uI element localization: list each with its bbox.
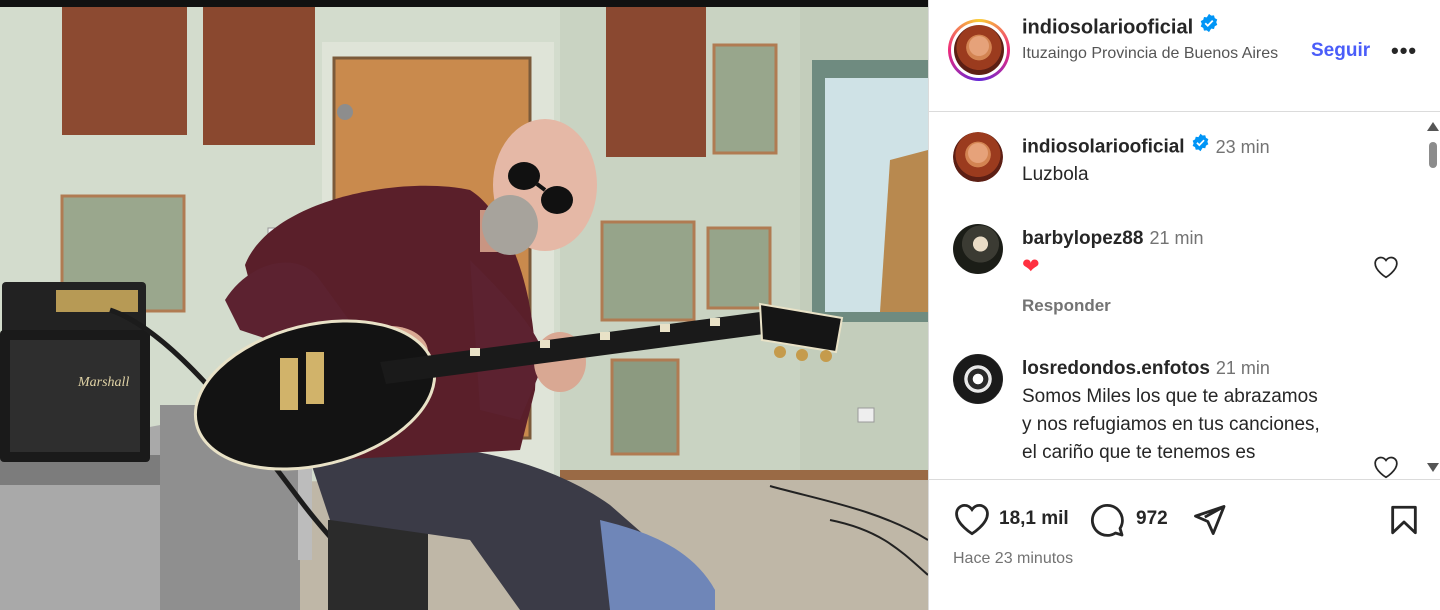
share-paper-plane-icon[interactable] (1191, 502, 1227, 543)
scroll-down-arrow-icon[interactable] (1427, 463, 1439, 472)
comment-username-text[interactable]: barbylopez88 (1022, 228, 1143, 249)
comments-count[interactable]: 972 (1136, 508, 1168, 530)
comments-scrollbar[interactable] (1426, 118, 1440, 476)
comment-like-heart-icon[interactable] (1373, 455, 1399, 479)
comments-list[interactable]: indiosolariooficial 23 min Luzbola barbyl… (929, 113, 1440, 479)
comment-username[interactable]: losredondos.enfotos 21 min (1022, 358, 1270, 380)
comment-text-line: y nos refugiamos en tus canciones, (1022, 414, 1320, 435)
post-location[interactable]: Ituzaingo Provincia de Buenos Aires (1022, 42, 1292, 66)
comment-time[interactable]: 21 min (1216, 358, 1270, 378)
post-photo[interactable]: Marshall (0, 0, 928, 610)
post-header: indiosolariooficial Ituzaingo Provincia … (929, 0, 1440, 112)
comment-like-heart-icon[interactable] (1373, 255, 1399, 284)
post-timestamp[interactable]: Hace 23 minutos (953, 550, 1073, 568)
caption-time[interactable]: 23 min (1216, 137, 1270, 157)
reply-button[interactable]: Responder (1022, 296, 1111, 316)
comment-text-line: Somos Miles los que te abrazamos (1022, 386, 1318, 407)
author-avatar[interactable] (948, 19, 1010, 81)
comment-avatar[interactable] (953, 354, 1003, 404)
post-actions-bar: 18,1 mil 972 Hace 23 minutos (929, 479, 1440, 610)
caption-username-text[interactable]: indiosolariooficial (1022, 137, 1185, 158)
like-heart-icon[interactable] (953, 502, 991, 541)
caption-username[interactable]: indiosolariooficial 23 min (1022, 133, 1270, 160)
likes-count[interactable]: 18,1 mil (999, 508, 1069, 530)
more-options-button[interactable]: ••• (1391, 38, 1417, 64)
comment-text: ❤ (1022, 255, 1040, 278)
follow-button[interactable]: Seguir (1311, 40, 1370, 62)
scroll-up-arrow-icon[interactable] (1427, 122, 1439, 131)
verified-badge-icon (1199, 13, 1219, 39)
comment-username[interactable]: barbylopez88 21 min (1022, 228, 1203, 250)
comment-text-line: el cariño que te tenemos es (1022, 442, 1256, 463)
author-username-text[interactable]: indiosolariooficial (1022, 16, 1193, 38)
author-username[interactable]: indiosolariooficial (1022, 13, 1219, 41)
comment-avatar[interactable] (953, 224, 1003, 274)
caption-text: Luzbola (1022, 164, 1089, 185)
comment-username-text[interactable]: losredondos.enfotos (1022, 358, 1210, 379)
studio-photo-illustration: Marshall (0, 7, 928, 610)
verified-badge-icon (1191, 133, 1210, 158)
comment-bubble-icon[interactable] (1089, 502, 1125, 543)
post-side-panel: indiosolariooficial Ituzaingo Provincia … (928, 0, 1440, 610)
save-bookmark-icon[interactable] (1387, 502, 1421, 543)
scrollbar-thumb[interactable] (1429, 142, 1437, 168)
svg-text:Marshall: Marshall (77, 375, 129, 390)
caption-avatar[interactable] (953, 132, 1003, 182)
comment-time[interactable]: 21 min (1149, 228, 1203, 248)
